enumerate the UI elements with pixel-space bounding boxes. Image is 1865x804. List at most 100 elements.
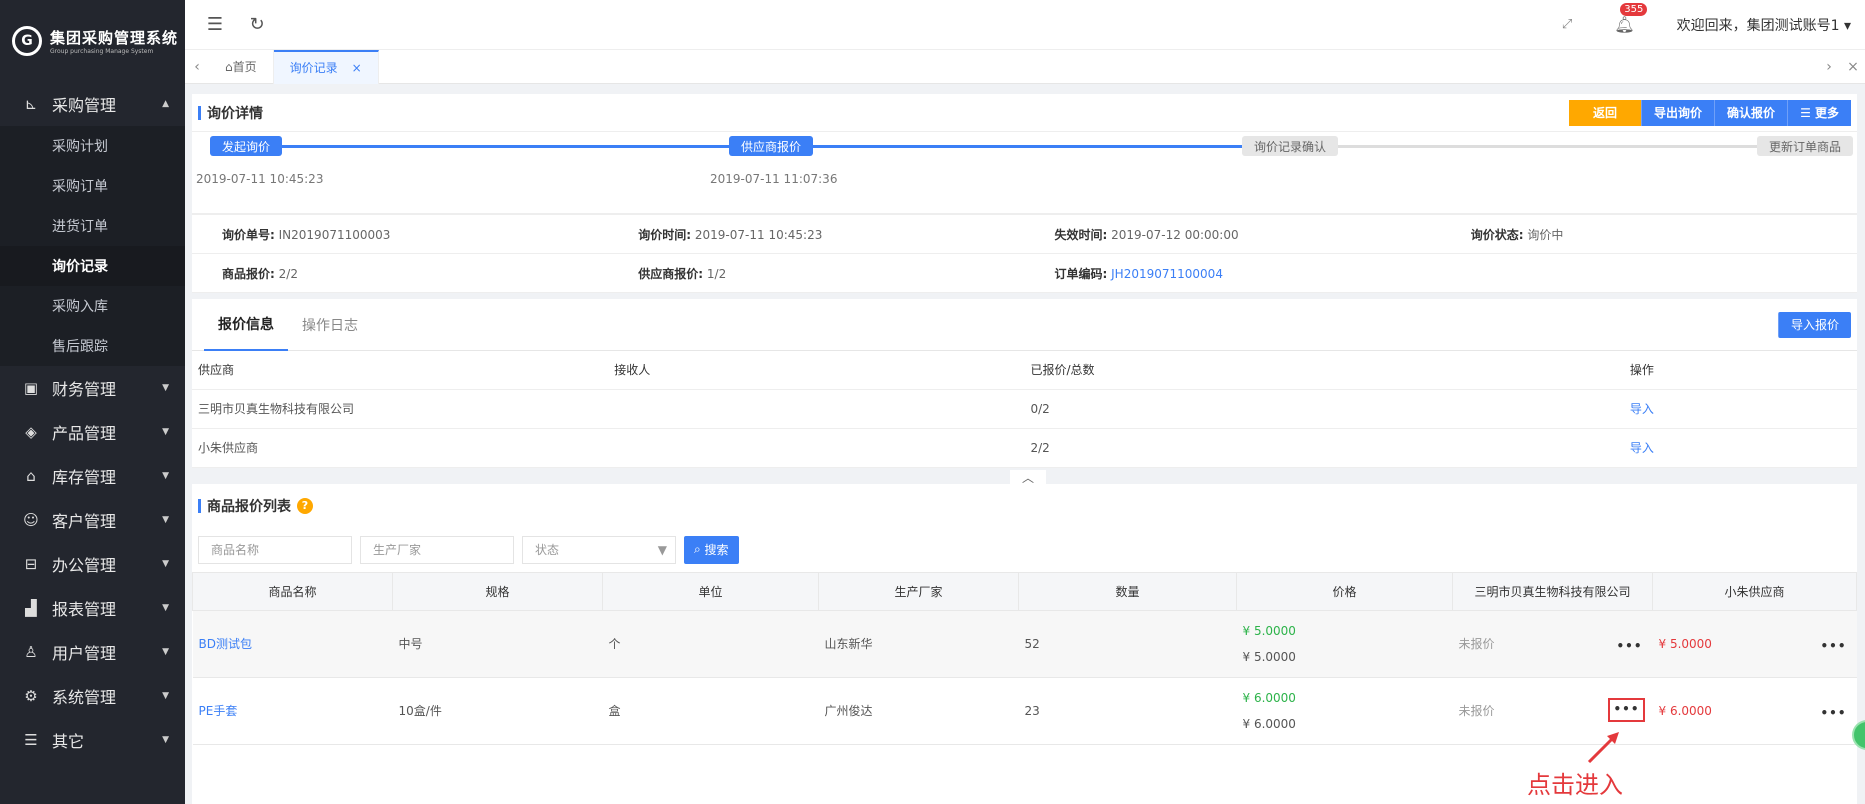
menu-purchase[interactable]: ⊾ 采购管理 ▲ — [0, 82, 185, 126]
chevron-down-icon: ▼ — [162, 427, 169, 437]
chevron-down-icon: ▼ — [162, 383, 169, 393]
inquiry-time: 2019-07-11 10:45:23 — [694, 227, 823, 242]
menu-product[interactable]: ◈ 产品管理 ▼ — [0, 410, 185, 454]
sidebar-item-stock-order[interactable]: 进货订单 — [0, 206, 185, 246]
menu-toggle-icon[interactable]: ☰ — [203, 14, 227, 35]
goods-name-link[interactable]: BD测试包 — [199, 637, 252, 651]
table-row: 小朱供应商 2/2 导入 — [192, 428, 1857, 468]
finance-icon: ▣ — [23, 379, 39, 397]
collapse-icon[interactable]: ︿ — [1010, 469, 1046, 486]
customer-icon: ☺ — [23, 511, 39, 529]
warehouse-icon: ⌂ — [26, 467, 36, 485]
sidebar-item-after-sales[interactable]: 售后跟踪 — [0, 326, 185, 366]
import-link[interactable]: 导入 — [1630, 441, 1654, 455]
maker-input[interactable]: 生产厂家 — [360, 535, 514, 564]
bell-icon[interactable]: 🔔︎ 355 — [1614, 3, 1648, 34]
annotation-arrow-icon — [1587, 732, 1619, 764]
notification-badge: 355 — [1620, 3, 1648, 16]
tab-scroll-left-icon[interactable]: ‹ — [185, 59, 209, 75]
chevron-down-icon: ▼ — [162, 647, 169, 657]
import-quote-button[interactable]: 导入报价 — [1777, 311, 1851, 338]
sidebar-item-inquiry-record[interactable]: 询价记录 — [0, 246, 185, 286]
expire-time: 2019-07-12 00:00:00 — [1111, 227, 1239, 242]
chevron-down-icon: ▼ — [162, 735, 169, 745]
other-icon: ☰ — [24, 731, 38, 749]
step-record-confirm: 询价记录确认 — [1242, 136, 1339, 156]
search-button[interactable]: ⌕ 搜索 — [684, 535, 739, 564]
menu-finance[interactable]: ▣ 财务管理 ▼ — [0, 366, 185, 410]
inquiry-info: 询价单号: IN2019071100003 询价时间: 2019-07-11 1… — [192, 214, 1857, 293]
order-code-link[interactable]: JH2019071100004 — [1111, 267, 1223, 281]
table-row: 三明市贝真生物科技有限公司 0/2 导入 — [192, 389, 1857, 429]
help-icon[interactable]: ? — [297, 497, 313, 514]
step-update-order: 更新订单商品 — [1757, 136, 1854, 156]
user-icon: ♙ — [24, 643, 38, 661]
menu-office[interactable]: ⊟ 办公管理 ▼ — [0, 542, 185, 586]
step-supplier-quote: 供应商报价 — [729, 136, 814, 156]
inquiry-no: IN2019071100003 — [278, 227, 391, 242]
more-options-icon[interactable]: ••• — [1820, 706, 1846, 720]
table-row: BD测试包 中号 个 山东新华 52 ¥ 5.0000 ¥ 5.0000 未报价 •… — [192, 610, 1857, 678]
sidebar-item-purchase-plan[interactable]: 采购计划 — [0, 126, 185, 166]
confirm-quote-button[interactable]: 确认报价 — [1714, 99, 1788, 126]
menu-customer[interactable]: ☺ 客户管理 ▼ — [0, 498, 185, 542]
status-select[interactable]: 状态 ▼ — [522, 535, 676, 564]
chevron-down-icon: ▼ — [162, 603, 169, 613]
menu-user[interactable]: ♙ 用户管理 ▼ — [0, 630, 185, 674]
more-button[interactable]: ☰ 更多 — [1787, 99, 1851, 126]
chevron-down-icon: ▼ — [162, 559, 169, 569]
more-options-icon[interactable]: ••• — [1820, 639, 1846, 653]
goods-table: 商品名称 规格 单位 生产厂家 数量 价格 三明市贝真生物科技有限公司 小朱供应… — [192, 571, 1857, 745]
goods-name-link[interactable]: PE手套 — [199, 704, 238, 718]
report-icon: ▟ — [25, 599, 37, 617]
tab-inquiry-record[interactable]: 询价记录 × — [273, 49, 379, 84]
close-all-icon[interactable]: × — [1841, 59, 1865, 75]
sidebar-item-purchase-order[interactable]: 采购订单 — [0, 166, 185, 206]
more-options-icon[interactable]: ••• — [1608, 697, 1645, 722]
logo: G 集团采购管理系统 Group purchasing Manage Syste… — [0, 0, 185, 82]
goods-name-input[interactable]: 商品名称 — [198, 535, 352, 564]
app-title: 集团采购管理系统 — [50, 29, 179, 47]
tab-scroll-right-icon[interactable]: › — [1817, 59, 1841, 75]
app-subtitle: Group purchasing Manage System — [50, 48, 154, 55]
quote-tabs: 报价信息 操作日志 导入报价 — [192, 299, 1857, 351]
step-supplier-time: 2019-07-11 11:07:36 — [710, 172, 838, 186]
menu-other[interactable]: ☰ 其它 ▼ — [0, 718, 185, 762]
sidebar-item-purchase-inbound[interactable]: 采购入库 — [0, 286, 185, 326]
cart-icon: ⊾ — [24, 95, 38, 113]
import-link[interactable]: 导入 — [1630, 402, 1654, 416]
menu-report[interactable]: ▟ 报表管理 ▼ — [0, 586, 185, 630]
inquiry-status: 询价中 — [1527, 227, 1564, 242]
chevron-up-icon: ▲ — [162, 99, 169, 109]
menu-warehouse[interactable]: ⌂ 库存管理 ▼ — [0, 454, 185, 498]
user-menu[interactable]: 欢迎回来，集团测试账号1 ▾ — [1677, 15, 1851, 35]
settings-icon: ⚙ — [24, 687, 38, 705]
tab-home[interactable]: ⌂首页 — [209, 49, 274, 84]
more-options-icon[interactable]: ••• — [1616, 639, 1642, 653]
back-button[interactable]: 返回 — [1569, 99, 1642, 126]
tab-operation-log[interactable]: 操作日志 — [288, 299, 372, 351]
tab-bar: ‹ ⌂首页 询价记录 × › × — [185, 49, 1865, 84]
goods-section-title: 商品报价列表 — [207, 498, 291, 515]
chevron-down-icon: ▼ — [162, 691, 169, 701]
refresh-icon[interactable]: ↻ — [245, 14, 269, 35]
supplier-table: 供应商 接收人 已报价/总数 操作 三明市贝真生物科技有限公司 0/2 导入 小… — [192, 351, 1857, 468]
supplier-quote-ratio: 1/2 — [706, 266, 727, 281]
fullscreen-icon[interactable]: ⤢ — [1562, 17, 1572, 32]
export-inquiry-button[interactable]: 导出询价 — [1641, 99, 1715, 126]
logo-icon: G — [12, 26, 42, 56]
goods-filters: 商品名称 生产厂家 状态 ▼ ⌕ 搜索 — [192, 527, 1857, 572]
tab-quote-info[interactable]: 报价信息 — [204, 299, 288, 351]
progress-steps: 发起询价 2019-07-11 10:45:23 供应商报价 2019-07-1… — [192, 132, 1857, 214]
annotation-text: 点击进入 — [1527, 771, 1623, 799]
step-start-inquiry: 发起询价 — [210, 136, 283, 156]
goods-quote-ratio: 2/2 — [278, 266, 298, 281]
inquiry-detail-panel: 询价详情 返回 导出询价 确认报价 ☰ 更多 发起询价 2019-07-11 1… — [192, 94, 1857, 293]
chevron-down-icon: ▼ — [162, 471, 169, 481]
top-bar: ☰ ↻ ⤢ 🔔︎ 355 欢迎回来，集团测试账号1 ▾ — [185, 0, 1865, 50]
close-icon[interactable]: × — [352, 61, 362, 75]
product-icon: ◈ — [25, 423, 37, 441]
chevron-down-icon: ▼ — [162, 515, 169, 525]
menu-system[interactable]: ⚙ 系统管理 ▼ — [0, 674, 185, 718]
main-content: 询价详情 返回 导出询价 确认报价 ☰ 更多 发起询价 2019-07-11 1… — [192, 94, 1857, 804]
